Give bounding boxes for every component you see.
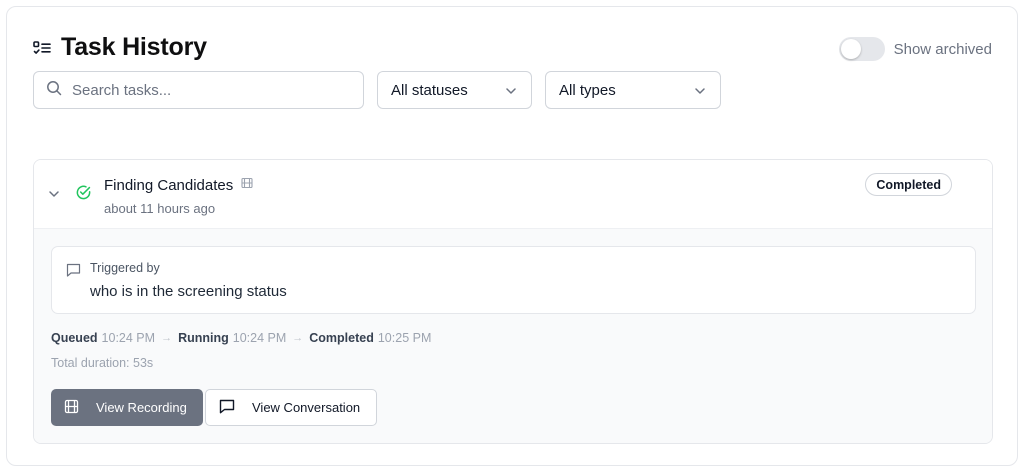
- chevron-down-icon: [505, 82, 517, 99]
- message-square-icon: [66, 263, 81, 282]
- search-input[interactable]: [72, 81, 352, 99]
- timeline-step-label: Running: [178, 331, 229, 345]
- search-icon: [46, 80, 62, 101]
- chevron-down-icon: [694, 82, 706, 99]
- film-icon: [241, 176, 253, 194]
- timeline-step-label: Completed: [309, 331, 374, 345]
- task-card: Finding Candidates about 11 hours ago Co…: [33, 159, 993, 444]
- task-relative-time: about 11 hours ago: [104, 201, 216, 216]
- view-conversation-button[interactable]: View Conversation: [205, 389, 377, 426]
- timeline-step-label: Queued: [51, 331, 98, 345]
- message-square-icon: [219, 399, 235, 417]
- toggle-knob: [840, 39, 861, 59]
- film-icon: [64, 399, 79, 417]
- view-recording-label: View Recording: [96, 400, 187, 415]
- collapse-chevron-icon[interactable]: [48, 185, 60, 203]
- list-todo-icon: [33, 39, 51, 57]
- search-box: [33, 71, 364, 109]
- view-recording-button[interactable]: View Recording: [51, 389, 203, 426]
- type-filter-value: All types: [559, 81, 616, 99]
- trigger-label: Triggered by: [90, 261, 160, 275]
- timeline-step-time: 10:25 PM: [377, 331, 432, 345]
- arrow-right-icon: →: [292, 332, 304, 344]
- trigger-text: who is in the screening status: [90, 283, 287, 300]
- task-name: Finding Candidates: [104, 176, 234, 194]
- show-archived-label: Show archived: [893, 40, 992, 58]
- task-name-row: Finding Candidates: [104, 176, 253, 194]
- show-archived-control: Show archived: [838, 37, 992, 61]
- status-timeline: Queued 10:24 PM → Running 10:24 PM → Com…: [51, 331, 431, 345]
- type-filter-select[interactable]: All types: [545, 71, 721, 109]
- task-details: Triggered by who is in the screening sta…: [34, 229, 992, 443]
- title-row: Task History: [33, 33, 207, 62]
- total-duration: Total duration: 53s: [51, 356, 154, 370]
- status-filter-value: All statuses: [391, 81, 468, 99]
- timeline-step-time: 10:24 PM: [232, 331, 287, 345]
- view-conversation-label: View Conversation: [252, 400, 361, 415]
- task-header[interactable]: Finding Candidates about 11 hours ago Co…: [34, 160, 992, 229]
- status-badge: Completed: [865, 173, 952, 196]
- task-actions: View Recording View Conversation: [51, 389, 377, 426]
- page-title: Task History: [61, 33, 207, 61]
- filter-bar: All statuses All types: [33, 71, 721, 109]
- check-circle-icon: [75, 184, 92, 206]
- status-filter-select[interactable]: All statuses: [377, 71, 532, 109]
- show-archived-toggle[interactable]: [838, 37, 885, 61]
- timeline-step-time: 10:24 PM: [101, 331, 156, 345]
- trigger-box: Triggered by who is in the screening sta…: [51, 246, 976, 314]
- task-history-panel: Task History Show archived All statuses …: [6, 6, 1018, 466]
- arrow-right-icon: →: [161, 332, 173, 344]
